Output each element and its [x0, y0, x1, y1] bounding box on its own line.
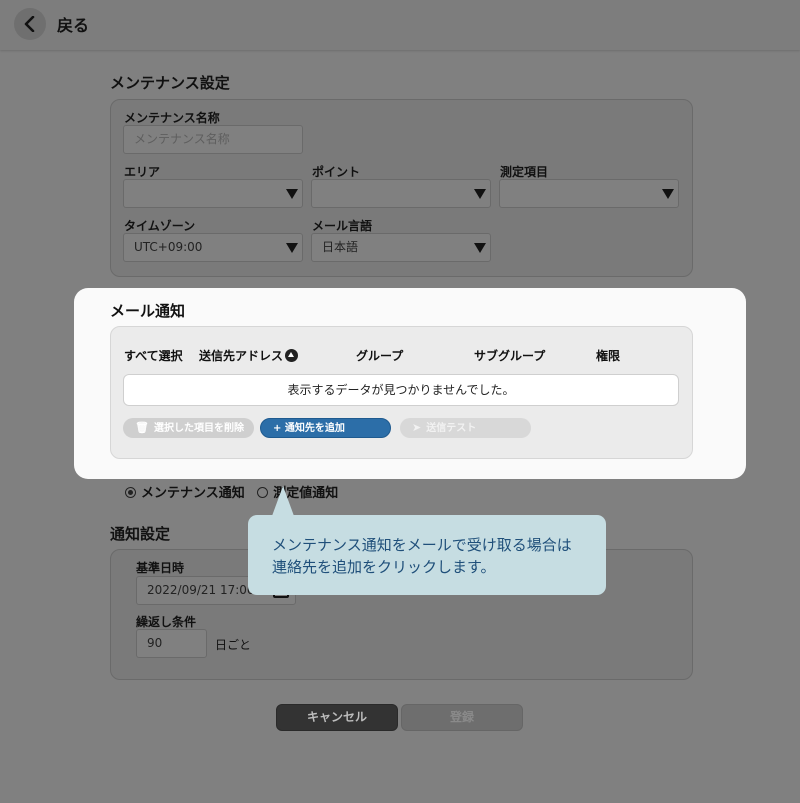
caret-down-icon — [474, 243, 486, 253]
sort-up-icon[interactable] — [285, 349, 299, 362]
maintenance-name-input[interactable]: メンテナンス名称 — [123, 125, 303, 154]
point-select[interactable] — [311, 179, 491, 208]
language-select[interactable]: 日本語 — [311, 233, 491, 262]
tooltip-arrow — [272, 486, 294, 516]
language-label: メール言語 — [312, 219, 373, 233]
timezone-label: タイムゾーン — [124, 219, 196, 233]
repeat-input[interactable]: 90 — [136, 629, 207, 658]
caret-down-icon — [662, 189, 674, 199]
point-label: ポイント — [312, 165, 361, 179]
cancel-button[interactable]: キャンセル — [276, 704, 398, 731]
tooltip-line-1: メンテナンス通知をメールで受け取る場合は — [272, 536, 572, 554]
caret-down-icon — [286, 243, 298, 253]
radio-measure[interactable] — [257, 487, 269, 498]
send-test-label: 送信テスト — [426, 423, 477, 434]
paper-plane-icon: ➤ — [412, 421, 422, 434]
submit-button[interactable]: 登録 — [401, 704, 523, 731]
mail-section-title: メール通知 — [110, 302, 186, 320]
measure-label: 測定項目 — [500, 165, 549, 179]
send-test-button[interactable]: ➤ 送信テスト — [400, 418, 531, 438]
subgroup-header: サブグループ — [474, 349, 546, 363]
language-value: 日本語 — [322, 240, 359, 254]
area-label: エリア — [124, 165, 161, 179]
timezone-select[interactable]: UTC+09:00 — [123, 233, 303, 262]
notify-settings-title: 通知設定 — [110, 525, 171, 543]
group-header: グループ — [356, 349, 404, 363]
delete-selected-button[interactable]: 🗑 選択した項目を削除 — [123, 418, 254, 438]
measure-select[interactable] — [499, 179, 679, 208]
maintenance-name-label: メンテナンス名称 — [124, 111, 220, 125]
maintenance-section-title: メンテナンス設定 — [110, 74, 230, 92]
add-recipient-label: + 通知先を追加 — [273, 423, 345, 434]
caret-down-icon — [286, 189, 298, 199]
tooltip-text: メンテナンス通知をメールで受け取る場合は 連絡先を追加をクリックします。 — [272, 534, 592, 578]
area-select[interactable] — [123, 179, 303, 208]
timezone-value: UTC+09:00 — [134, 240, 203, 254]
back-label[interactable]: 戻る — [57, 12, 89, 36]
trash-icon: 🗑 — [135, 421, 149, 434]
back-button[interactable] — [14, 8, 46, 40]
empty-table-message: 表示するデータが見つかりませんでした。 — [123, 374, 679, 406]
caret-down-icon — [474, 189, 486, 199]
top-bar: 戻る — [0, 0, 800, 50]
chevron-left-icon — [24, 16, 35, 32]
tooltip-line-2: 連絡先を追加をクリックします。 — [272, 558, 496, 576]
delete-selected-label: 選択した項目を削除 — [153, 423, 244, 434]
add-recipient-button[interactable]: + 通知先を追加 — [260, 418, 391, 438]
repeat-unit: 日ごと — [215, 638, 252, 652]
address-header[interactable]: 送信先アドレス — [199, 347, 299, 364]
repeat-label: 繰返し条件 — [136, 615, 197, 629]
select-all-header[interactable]: すべて選択 — [124, 347, 183, 364]
radio-maintenance-label[interactable]: メンテナンス通知 — [141, 486, 245, 501]
base-date-label: 基準日時 — [136, 561, 185, 575]
radio-maintenance[interactable] — [125, 487, 136, 498]
address-header-label: 送信先アドレス — [199, 349, 284, 363]
notify-type-radio-group: メンテナンス通知 測定値通知 — [125, 482, 338, 501]
permission-header: 権限 — [596, 349, 621, 363]
